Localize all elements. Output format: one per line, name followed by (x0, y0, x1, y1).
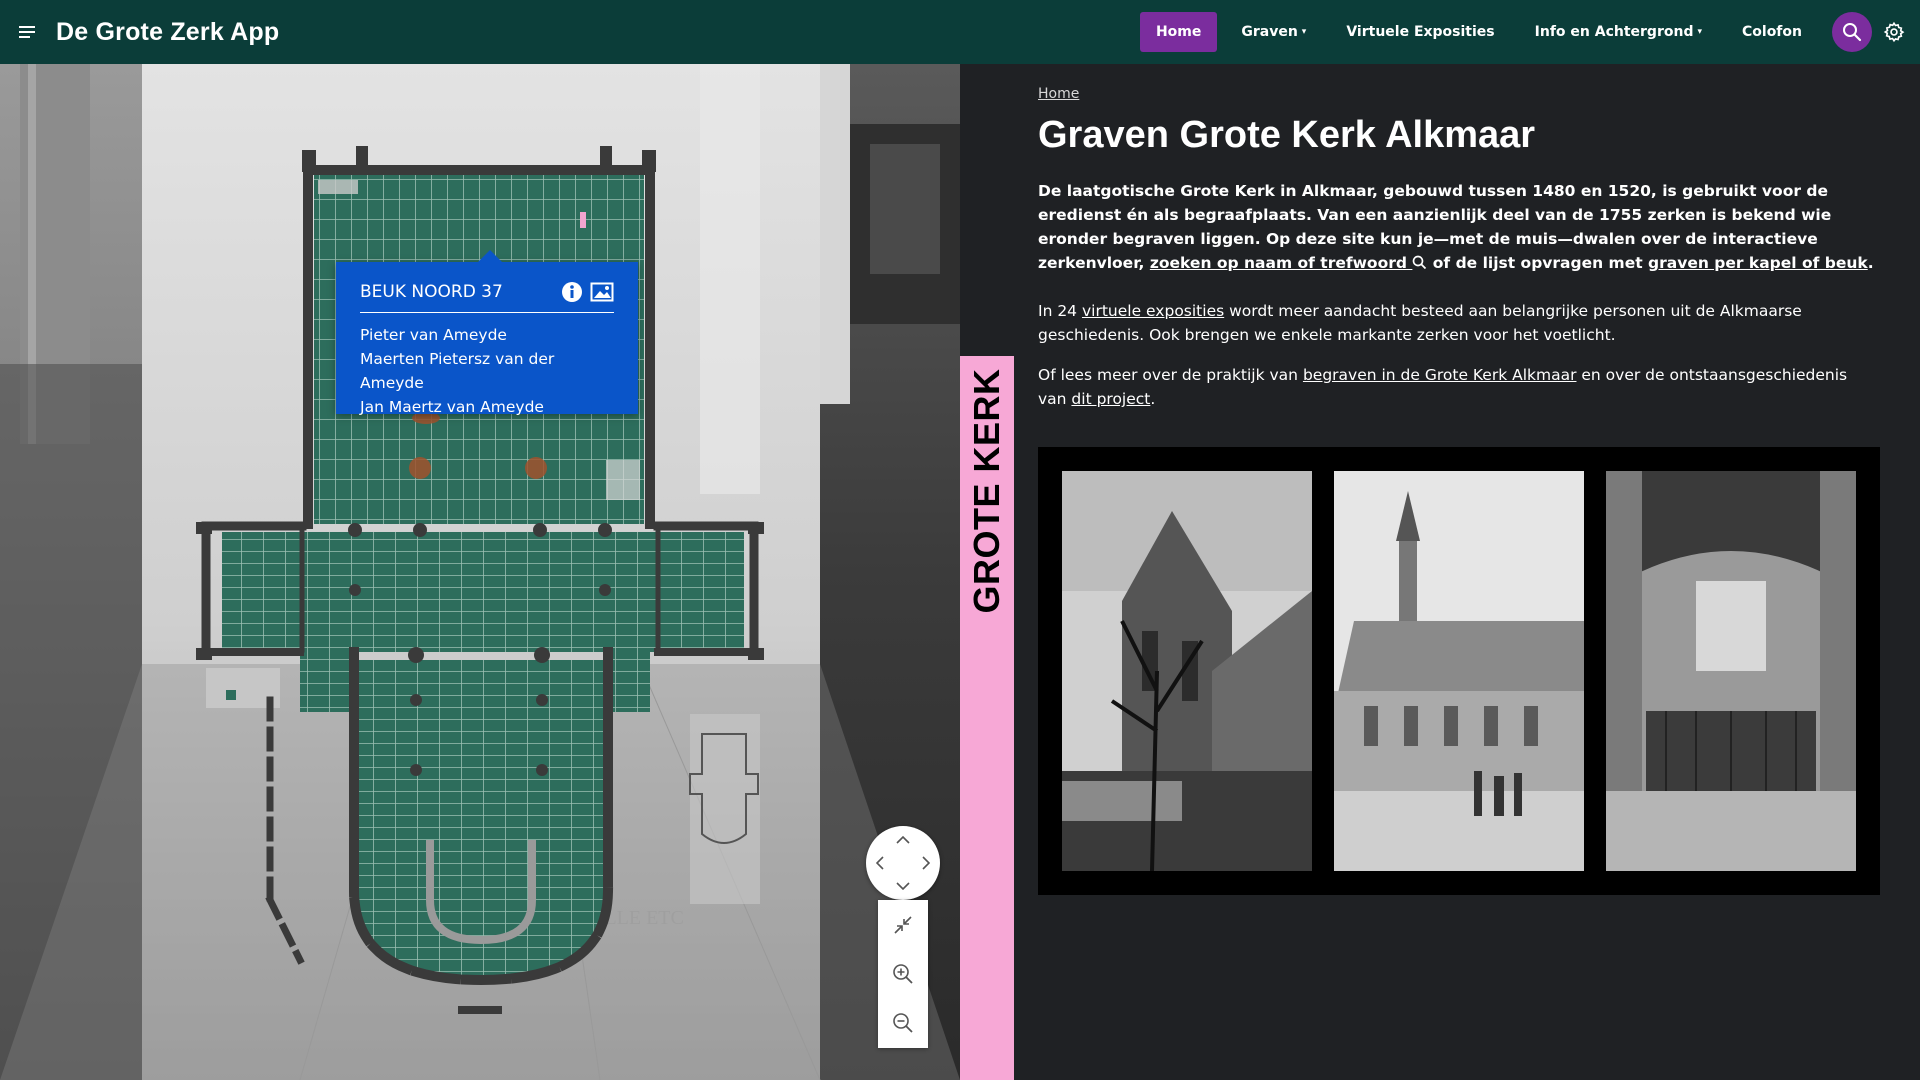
collapse-icon (894, 915, 912, 934)
zoom-in-icon (893, 963, 913, 984)
intro-text: of de lijst opvragen met (1427, 254, 1649, 272)
info-button[interactable] (560, 280, 584, 304)
zoom-out-button[interactable] (878, 998, 928, 1047)
nav-info-label: Info en Achtergrond (1534, 24, 1694, 40)
main-nav: Home Graven ▾ Virtuele Exposities Info e… (1139, 0, 1920, 64)
chevron-down-icon: ▾ (1301, 27, 1307, 37)
reset-view-button[interactable] (878, 900, 928, 949)
search-icon (1413, 255, 1427, 270)
virtual-expositions-link[interactable]: virtuele exposities (1082, 302, 1224, 320)
chevron-left-icon (876, 856, 884, 870)
side-label-text: GROTE KERK (966, 368, 1007, 614)
church-exterior-photo[interactable] (1062, 471, 1312, 871)
chevron-right-icon (922, 856, 930, 870)
image-icon (590, 282, 614, 302)
tooltip-title: BEUK NOORD 37 (360, 282, 503, 302)
search-icon (1843, 23, 1862, 42)
menu-button[interactable] (0, 0, 56, 64)
paragraph-text: In 24 (1038, 302, 1082, 320)
nav-virtuele-exposities[interactable]: Virtuele Exposities (1330, 12, 1510, 52)
grave-tooltip: BEUK NOORD 37 Pieter van Ameyde Maerten … (336, 250, 638, 416)
chevron-down-icon (896, 882, 910, 890)
image-button[interactable] (590, 280, 614, 304)
search-link[interactable]: zoeken op naam of trefwoord (1150, 254, 1428, 272)
graves-per-chapel-link[interactable]: graven per kapel of beuk (1648, 254, 1868, 272)
side-label: GROTE KERK (960, 356, 1014, 1080)
expositions-paragraph: In 24 virtuele exposities wordt meer aan… (1038, 299, 1880, 347)
nav-colofon[interactable]: Colofon (1726, 12, 1818, 52)
pan-up-button[interactable] (893, 830, 913, 850)
settings-button[interactable] (1874, 12, 1914, 52)
nav-graven[interactable]: Graven ▾ (1225, 12, 1322, 52)
nav-graven-label: Graven (1241, 24, 1298, 40)
main-content: Home Graven Grote Kerk Alkmaar De laatgo… (1038, 64, 1880, 895)
floor-plan[interactable] (0, 64, 960, 1080)
app-title[interactable]: De Grote Zerk App (56, 18, 279, 47)
project-link[interactable]: dit project (1071, 390, 1150, 408)
pan-right-button[interactable] (916, 853, 936, 873)
search-link-label: zoeken op naam of trefwoord (1149, 254, 1407, 272)
page-title: Graven Grote Kerk Alkmaar (1038, 114, 1536, 156)
intro-paragraph: De laatgotische Grote Kerk in Alkmaar, g… (1038, 179, 1880, 275)
search-button[interactable] (1832, 12, 1872, 52)
zoom-in-button[interactable] (878, 949, 928, 998)
buried-person-link[interactable]: Pieter van Ameyde (360, 323, 614, 347)
church-nave-photo[interactable] (1606, 471, 1856, 871)
intro-text: . (1867, 254, 1874, 272)
paragraph-text: . (1150, 390, 1156, 408)
nav-info-en-achtergrond[interactable]: Info en Achtergrond ▾ (1519, 12, 1718, 52)
more-info-paragraph: Of lees meer over de praktijk van begrav… (1038, 363, 1880, 411)
pan-left-button[interactable] (870, 853, 890, 873)
menu-icon (19, 26, 35, 38)
chevron-up-icon (896, 836, 910, 844)
burial-practice-link[interactable]: begraven in de Grote Kerk Alkmaar (1303, 366, 1577, 384)
tooltip-names: Pieter van Ameyde Maerten Pietersz van d… (360, 323, 614, 419)
info-icon (562, 282, 582, 302)
church-floor-map[interactable]: ALLE ETC BEUK NOORD 37 Pieter van Ameyde… (0, 64, 960, 1080)
photo-gallery (1038, 447, 1880, 895)
tooltip-header: BEUK NOORD 37 (360, 280, 614, 313)
pan-down-button[interactable] (893, 876, 913, 896)
paragraph-text: Of lees meer over de praktijk van (1038, 366, 1303, 384)
zoom-controls (878, 900, 928, 1048)
zoom-out-icon (893, 1012, 913, 1033)
chevron-down-icon: ▾ (1697, 27, 1702, 37)
pan-control (866, 826, 940, 900)
breadcrumb-home[interactable]: Home (1038, 86, 1079, 102)
top-bar: De Grote Zerk App Home Graven ▾ Virtuele… (0, 0, 1920, 64)
historic-engraving-photo[interactable] (1334, 471, 1584, 871)
nav-home[interactable]: Home (1139, 12, 1218, 52)
gear-icon (1883, 21, 1905, 43)
buried-person-link[interactable]: Maerten Pietersz van der Ameyde (360, 347, 614, 395)
buried-person-link[interactable]: Jan Maertz van Ameyde (360, 395, 614, 419)
